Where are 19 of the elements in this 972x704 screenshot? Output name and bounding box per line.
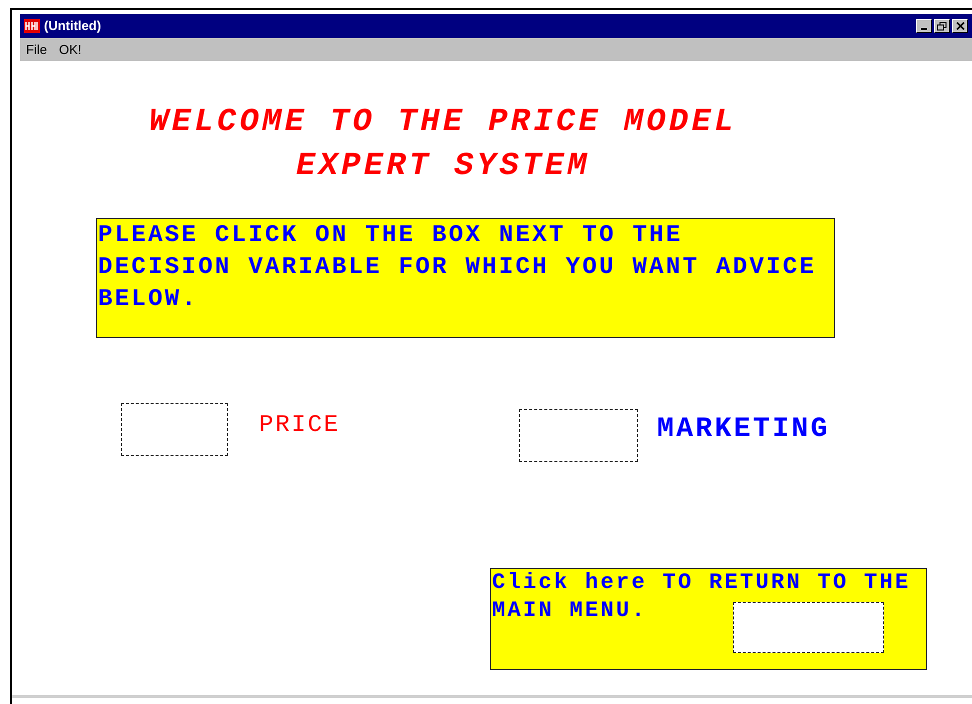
heading-line: EXPERT SYSTEM xyxy=(296,146,590,186)
option-label: MARKETING xyxy=(657,414,830,446)
price-checkbox[interactable] xyxy=(121,403,228,456)
minimize-icon xyxy=(921,28,927,30)
return-checkbox[interactable] xyxy=(733,602,884,653)
restore-icon xyxy=(937,22,947,30)
window-title: (Untitled) xyxy=(44,17,102,36)
close-icon xyxy=(956,22,964,30)
restore-button[interactable] xyxy=(934,19,950,33)
return-text: Click here TO RETURN TO THE MAIN MENU. xyxy=(491,569,912,625)
menu-item[interactable]: OK! xyxy=(58,40,82,60)
instruction-text: PLEASE CLICK ON THE BOX NEXT TO THE DECISION VARIABLE FOR WHICH YOU WANT ADVICE BELOW. xyxy=(97,221,818,315)
heading-line: WELCOME TO THE PRICE MODEL xyxy=(149,102,737,142)
close-button[interactable] xyxy=(952,19,968,33)
minimize-button[interactable] xyxy=(916,19,932,33)
app-icon xyxy=(24,19,40,33)
option-label: PRICE xyxy=(259,412,340,440)
menu-item[interactable]: File xyxy=(26,40,47,60)
marketing-checkbox[interactable] xyxy=(519,409,638,462)
